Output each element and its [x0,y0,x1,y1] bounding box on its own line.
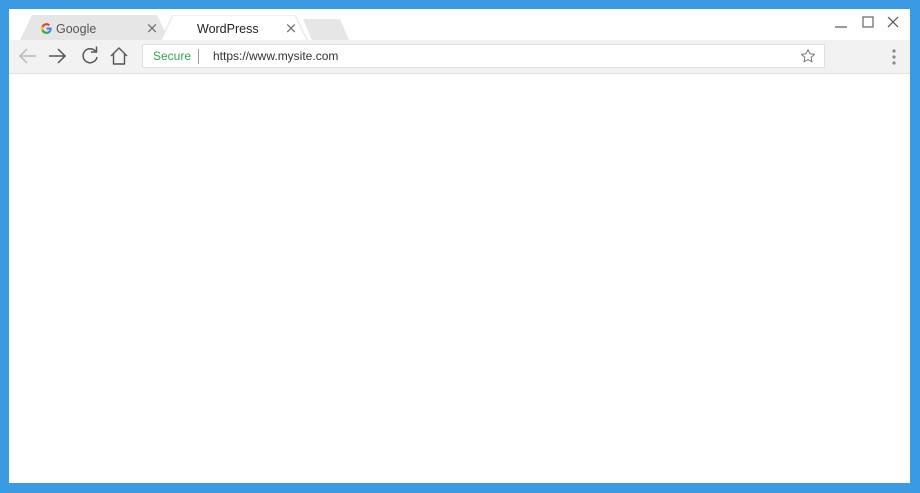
minimize-icon[interactable] [832,13,850,31]
browser-window: Google × WordPress × Secure https://www.… [9,9,910,483]
forward-arrow-icon[interactable] [46,45,68,67]
address-divider [198,49,199,64]
home-icon[interactable] [108,45,130,67]
tab-label: WordPress [197,22,259,36]
title-bar: Google × WordPress × [9,9,910,44]
google-g-icon [41,23,52,34]
tab-label: Google [56,22,97,36]
maximize-icon[interactable] [859,13,877,31]
browser-toolbar: Secure https://www.mysite.com [9,40,910,74]
menu-kebab-icon[interactable] [887,48,901,66]
page-content [9,74,910,483]
address-bar[interactable]: Secure https://www.mysite.com [142,44,825,68]
tab-close-icon[interactable]: × [283,20,299,36]
close-window-icon[interactable] [884,13,902,31]
secure-label: Secure [153,49,192,63]
new-tab-button[interactable] [303,19,349,40]
new-tab-shape [303,19,349,40]
bookmark-star-icon[interactable] [800,48,816,64]
url-text[interactable]: https://www.mysite.com [213,49,338,63]
back-arrow-icon[interactable] [17,45,39,67]
tab-close-icon[interactable]: × [144,20,160,36]
reload-icon[interactable] [79,45,101,67]
